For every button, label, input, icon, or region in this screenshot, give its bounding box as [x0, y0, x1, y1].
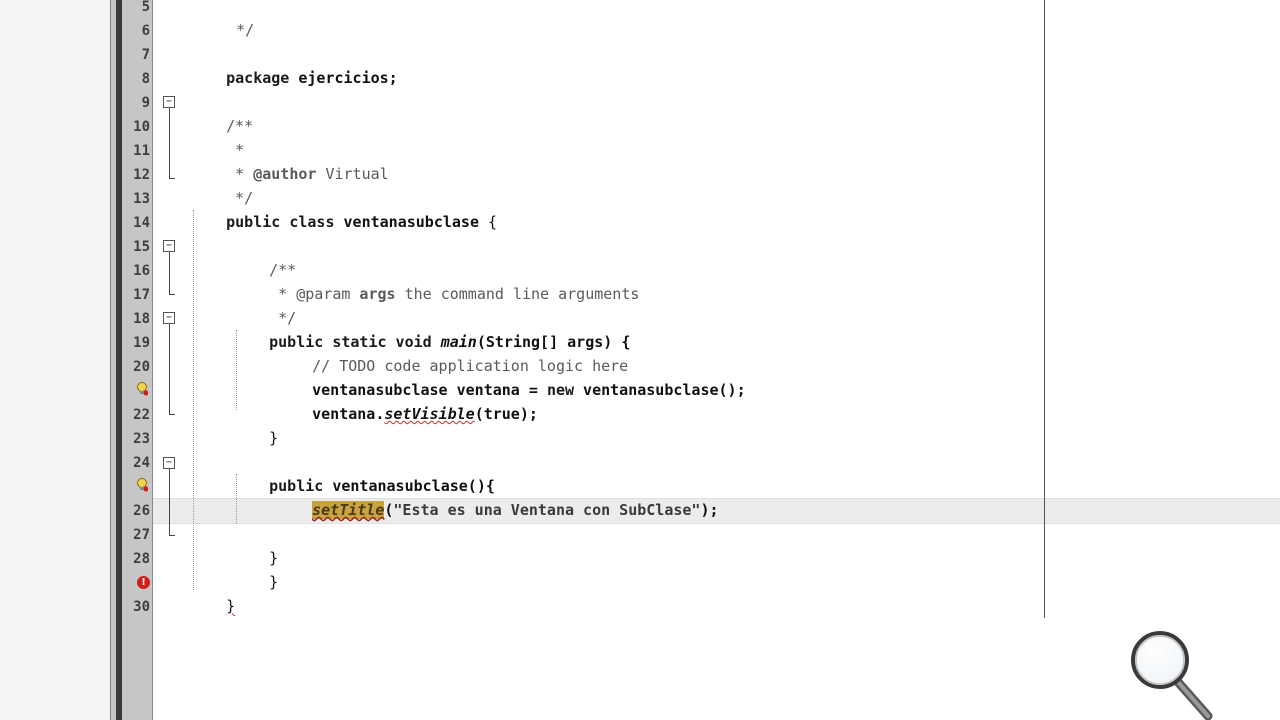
line-number[interactable]: 28	[112, 547, 150, 571]
code-line-24[interactable]: public ventanasubclase(){	[233, 450, 495, 495]
line-number[interactable]: 16	[112, 259, 150, 283]
code-line-15[interactable]: /**	[233, 234, 296, 279]
fold-guide	[169, 469, 170, 535]
code-line-10[interactable]: *	[190, 114, 244, 159]
line-number[interactable]: 5	[112, 0, 150, 19]
fold-guide	[169, 108, 170, 178]
comment-text: Virtual	[316, 165, 389, 183]
class-name: ventanasubclase	[334, 213, 479, 231]
code-line-12[interactable]: */	[190, 162, 253, 207]
code-line-18[interactable]: public static void main(String[] args) {	[233, 306, 630, 351]
code-line-17[interactable]: */	[233, 282, 296, 327]
line-number[interactable]: 30	[112, 595, 150, 619]
param-name: args	[350, 285, 396, 303]
brace: {	[479, 213, 498, 231]
code-line-27[interactable]: }	[233, 522, 278, 567]
code-line-7[interactable]: package ejercicios;	[190, 42, 398, 87]
code-line-9[interactable]: /**	[190, 90, 253, 135]
fold-guide	[169, 178, 175, 179]
line-number[interactable]: 12	[112, 163, 150, 187]
left-panel-background	[0, 0, 111, 720]
fold-guide	[169, 535, 175, 536]
method-call-error-highlight[interactable]: setTitle	[312, 501, 385, 519]
line-number[interactable]: 19	[112, 331, 150, 355]
line-number[interactable]: 22	[112, 403, 150, 427]
line-number[interactable]: 7	[112, 43, 150, 67]
ide-window: 5 6 7 8 9 10 11 12 13 14 15 16 17 18 19 …	[0, 0, 1280, 720]
fold-guide	[169, 414, 175, 415]
fold-minus-icon[interactable]: −	[163, 240, 175, 252]
brace-error: }	[226, 597, 236, 615]
code-line-16[interactable]: * @param args the command line arguments	[233, 258, 639, 303]
right-margin-line	[1044, 0, 1045, 618]
code-line-22[interactable]: }	[233, 402, 278, 447]
code-line-19[interactable]: // TODO code application logic here	[276, 330, 628, 375]
line-number[interactable]: 14	[112, 211, 150, 235]
fold-guide	[169, 294, 175, 295]
line-number[interactable]: 6	[112, 19, 150, 43]
fold-guide	[169, 252, 170, 294]
line-number[interactable]: 10	[112, 115, 150, 139]
package-name: ejercicios;	[289, 69, 398, 87]
line-number[interactable]: 24	[112, 451, 150, 475]
lightbulb-warning-icon[interactable]	[136, 478, 148, 492]
indent-guide	[193, 210, 194, 590]
line-number[interactable]: 11	[112, 139, 150, 163]
code-line-20[interactable]: ventanasubclase ventana = new ventanasub…	[276, 354, 746, 399]
line-number[interactable]: 15	[112, 235, 150, 259]
keyword: new	[546, 381, 575, 399]
paren: );	[700, 501, 719, 519]
error-icon[interactable]: !	[137, 576, 150, 589]
brace: }	[269, 429, 279, 447]
constructor-call: ventanasubclase();	[574, 381, 746, 399]
code-line-25[interactable]: setTitle("Esta es una Ventana con SubCla…	[276, 474, 719, 519]
code-line-5[interactable]: */	[200, 0, 254, 39]
javadoc-tag: @param	[296, 285, 351, 303]
string-literal: "Esta es una Ventana con SubClase"	[393, 501, 701, 519]
code-line-11[interactable]: * @author Virtual	[190, 138, 389, 183]
lightbulb-warning-icon[interactable]	[136, 382, 148, 396]
line-number[interactable]: 23	[112, 427, 150, 451]
code-line-21[interactable]: ventana.setVisible(true);	[276, 378, 538, 423]
line-number[interactable]: 20	[112, 355, 150, 379]
code-line-28[interactable]: }	[233, 546, 278, 591]
brace: }	[269, 573, 279, 591]
line-number[interactable]: 9	[112, 91, 150, 115]
fold-guide	[169, 324, 170, 414]
comment-text: */	[236, 21, 255, 39]
javadoc-tag: @author	[253, 165, 317, 183]
call-args: (true);	[474, 405, 538, 423]
fold-minus-icon[interactable]: −	[163, 457, 175, 469]
object-ref: ventana.	[312, 405, 385, 423]
line-number[interactable]: 8	[112, 67, 150, 91]
fold-minus-icon[interactable]: −	[163, 96, 175, 108]
magnifier-icon[interactable]	[1128, 628, 1214, 720]
code-line-29[interactable]: }	[190, 570, 235, 615]
line-number[interactable]: 13	[112, 187, 150, 211]
code-line-13[interactable]: public class ventanasubclase {	[190, 186, 497, 231]
method-call-error[interactable]: setVisible	[384, 405, 474, 423]
comment-text: the command line arguments	[395, 285, 640, 303]
line-number[interactable]: 26	[112, 499, 150, 523]
keyword: package	[226, 69, 290, 87]
line-number[interactable]: 27	[112, 523, 150, 547]
keyword: public class	[226, 213, 335, 231]
fold-minus-icon[interactable]: −	[163, 312, 175, 324]
line-number[interactable]: 17	[112, 283, 150, 307]
line-number[interactable]: 18	[112, 307, 150, 331]
